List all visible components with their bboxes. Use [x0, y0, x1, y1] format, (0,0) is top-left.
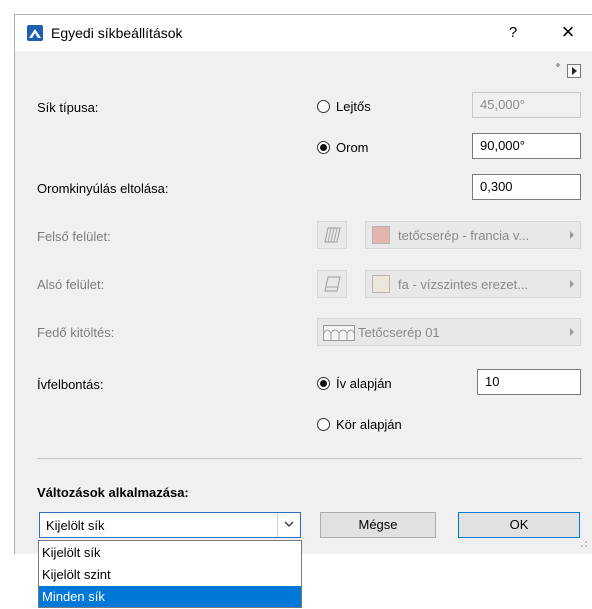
arc-division-label: Ívfelbontás:: [37, 377, 104, 392]
apply-scope-dropdown-button[interactable]: [277, 513, 300, 537]
bottom-surface-swatch: [372, 275, 390, 293]
apply-scope-select[interactable]: Kijelölt sík: [39, 512, 301, 538]
bottom-surface-arrow-icon: [570, 280, 574, 288]
cover-fill-label: Fedő kitöltés:: [37, 325, 115, 340]
top-surface-plane-icon: [324, 227, 341, 243]
dropdown-option[interactable]: Kijelölt sík: [39, 542, 301, 563]
top-surface-plane-button: [317, 221, 347, 249]
slope-radio[interactable]: [317, 100, 330, 113]
arc-based-radio-label[interactable]: Ív alapján: [336, 376, 392, 391]
apply-scope-dropdown-list: Kijelölt sík Kijelölt szint Minden sík: [38, 540, 302, 608]
chevron-down-icon: [284, 521, 294, 527]
top-surface-picker: tetőcserép - francia v...: [365, 221, 581, 249]
top-surface-arrow-icon: [570, 231, 574, 239]
dropdown-option-highlighted[interactable]: Minden sík: [39, 586, 301, 607]
help-button[interactable]: ?: [503, 23, 523, 43]
dropdown-option[interactable]: Kijelölt szint: [39, 564, 301, 585]
slope-radio-label[interactable]: Lejtős: [336, 99, 371, 114]
degree-mark: °: [556, 63, 560, 74]
arc-division-input[interactable]: 10: [477, 369, 581, 395]
archicad-app-icon: [27, 25, 43, 41]
expand-arrow-button[interactable]: [567, 64, 581, 78]
arc-based-radio[interactable]: [317, 377, 330, 390]
gable-radio[interactable]: [317, 141, 330, 154]
cover-fill-value: Tetőcserép 01: [358, 325, 440, 340]
cover-fill-picker: Tetőcserép 01: [317, 318, 581, 346]
bottom-surface-picker: fa - vízszintes erezet...: [365, 270, 581, 298]
gable-overhang-input[interactable]: 0,300: [472, 174, 581, 200]
ok-button[interactable]: OK: [458, 512, 580, 538]
circle-based-radio-label[interactable]: Kör alapján: [336, 417, 402, 432]
slope-angle-input: 45,000°: [472, 92, 581, 118]
plane-type-label: Sík típusa:: [37, 100, 99, 115]
gable-overhang-label: Oromkinyúlás eltolása:: [37, 181, 169, 196]
close-button[interactable]: ×: [556, 21, 580, 45]
gable-angle-input[interactable]: 90,000°: [472, 133, 581, 159]
separator: [37, 458, 582, 459]
bottom-surface-label: Alsó felület:: [37, 277, 105, 292]
settings-dialog: Egyedi síkbeállítások ? × ° Sík típusa: …: [14, 14, 592, 554]
gable-radio-label[interactable]: Orom: [336, 140, 369, 155]
apply-scope-value: Kijelölt sík: [46, 518, 105, 533]
apply-changes-label: Változások alkalmazása:: [37, 485, 189, 500]
cancel-button[interactable]: Mégse: [320, 512, 436, 538]
top-surface-swatch: [372, 226, 390, 244]
bottom-surface-plane-icon: [324, 276, 341, 292]
circle-based-radio[interactable]: [317, 418, 330, 431]
dialog-title: Egyedi síkbeállítások: [51, 25, 183, 41]
bottom-surface-plane-button: [317, 270, 347, 298]
roof-tile-fill-icon: [323, 325, 355, 341]
resize-grip-icon[interactable]: [580, 540, 588, 548]
title-bar[interactable]: Egyedi síkbeállítások ? ×: [15, 15, 592, 51]
top-surface-label: Felső felület:: [37, 229, 111, 244]
cover-fill-arrow-icon: [570, 328, 574, 336]
bottom-surface-value: fa - vízszintes erezet...: [398, 277, 529, 292]
top-surface-value: tetőcserép - francia v...: [398, 228, 530, 243]
